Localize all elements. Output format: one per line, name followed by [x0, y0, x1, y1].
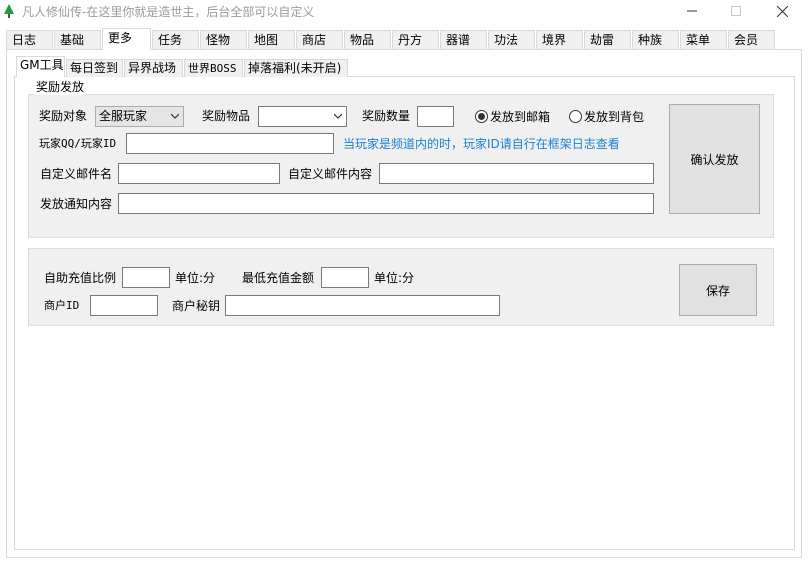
tree-icon [4, 4, 14, 18]
radio-backpack[interactable] [569, 110, 582, 123]
tab-quests[interactable]: 任务 [152, 30, 199, 49]
radio-selected-dot [478, 113, 485, 120]
reward-quantity-input[interactable] [417, 106, 454, 127]
tab-more[interactable]: 更多 [102, 28, 151, 50]
recharge-ratio-input[interactable] [122, 267, 170, 288]
tab-realms[interactable]: 境界 [536, 30, 583, 49]
tab-gm-tools[interactable]: GM工具 [16, 56, 65, 77]
tab-skills[interactable]: 功法 [488, 30, 535, 49]
merchant-key-input[interactable] [225, 295, 500, 316]
player-id-input[interactable] [126, 133, 334, 154]
tab-daily-signin[interactable]: 每日签到 [66, 59, 123, 77]
tab-equipment[interactable]: 器谱 [440, 30, 487, 49]
confirm-issue-button[interactable]: 确认发放 [669, 104, 760, 214]
tab-items[interactable]: 物品 [344, 30, 391, 49]
min-recharge-input[interactable] [321, 267, 369, 288]
min-recharge-unit: 单位:分 [374, 271, 415, 285]
reward-quantity-label: 奖励数量 [362, 109, 411, 123]
reward-item-select[interactable] [258, 106, 347, 127]
recharge-ratio-label: 自助充值比例 [44, 271, 117, 285]
maximize-icon [731, 6, 741, 16]
reward-target-select[interactable]: 全服玩家 [95, 106, 184, 127]
mail-name-label: 自定义邮件名 [40, 167, 113, 181]
radio-backpack-label[interactable]: 发放到背包 [584, 110, 644, 124]
recharge-ratio-unit: 单位:分 [175, 271, 216, 285]
tab-log[interactable]: 日志 [6, 30, 53, 49]
tab-menu[interactable]: 菜单 [680, 30, 727, 49]
notice-content-label: 发放通知内容 [40, 197, 113, 211]
notice-content-input[interactable] [118, 193, 654, 214]
radio-mailbox[interactable] [475, 110, 488, 123]
tab-basic[interactable]: 基础 [54, 30, 101, 49]
merchant-id-input[interactable] [90, 295, 158, 316]
tab-maps[interactable]: 地图 [248, 30, 295, 49]
tab-recipes[interactable]: 丹方 [392, 30, 439, 49]
tab-world-boss[interactable]: 世界BOSS [184, 59, 243, 77]
tab-otherworld-battle[interactable]: 异界战场 [124, 59, 183, 77]
radio-mailbox-label[interactable]: 发放到邮箱 [490, 110, 550, 124]
mail-content-input[interactable] [379, 163, 654, 184]
min-recharge-label: 最低充值金额 [242, 271, 315, 285]
save-button[interactable]: 保存 [679, 264, 757, 316]
chevron-down-icon [171, 113, 179, 119]
close-icon [776, 5, 788, 17]
reward-target-label: 奖励对象 [39, 109, 88, 123]
reward-item-label: 奖励物品 [202, 109, 251, 123]
tab-monsters[interactable]: 怪物 [200, 30, 247, 49]
tab-tribulation[interactable]: 劫雷 [584, 30, 631, 49]
minimize-button[interactable] [669, 0, 715, 22]
minimize-icon [687, 10, 697, 12]
player-id-label: 玩家QQ/玩家ID [39, 137, 117, 150]
maximize-button[interactable] [713, 0, 759, 22]
merchant-id-label: 商户ID [44, 299, 80, 312]
tab-shop[interactable]: 商店 [296, 30, 343, 49]
reward-group-legend: 奖励发放 [34, 79, 87, 95]
tab-drop-benefits[interactable]: 掉落福利(未开启) [244, 59, 348, 77]
window-title: 凡人修仙传-在这里你就是造世主，后台全部可以自定义 [22, 5, 315, 19]
tab-members[interactable]: 会员 [728, 30, 775, 49]
player-id-hint: 当玩家是频道内的时，玩家ID请自行在框架日志查看 [343, 137, 620, 151]
main-tab-strip: 日志 基础 更多 任务 怪物 地图 商店 物品 丹方 器谱 功法 境界 劫雷 种… [6, 28, 802, 50]
merchant-key-label: 商户秘钥 [172, 299, 221, 313]
reward-target-value: 全服玩家 [99, 109, 148, 123]
chevron-down-icon [334, 113, 342, 119]
mail-name-input[interactable] [118, 163, 280, 184]
close-button[interactable] [759, 0, 805, 22]
mail-content-label: 自定义邮件内容 [288, 167, 373, 181]
tab-races[interactable]: 种族 [632, 30, 679, 49]
